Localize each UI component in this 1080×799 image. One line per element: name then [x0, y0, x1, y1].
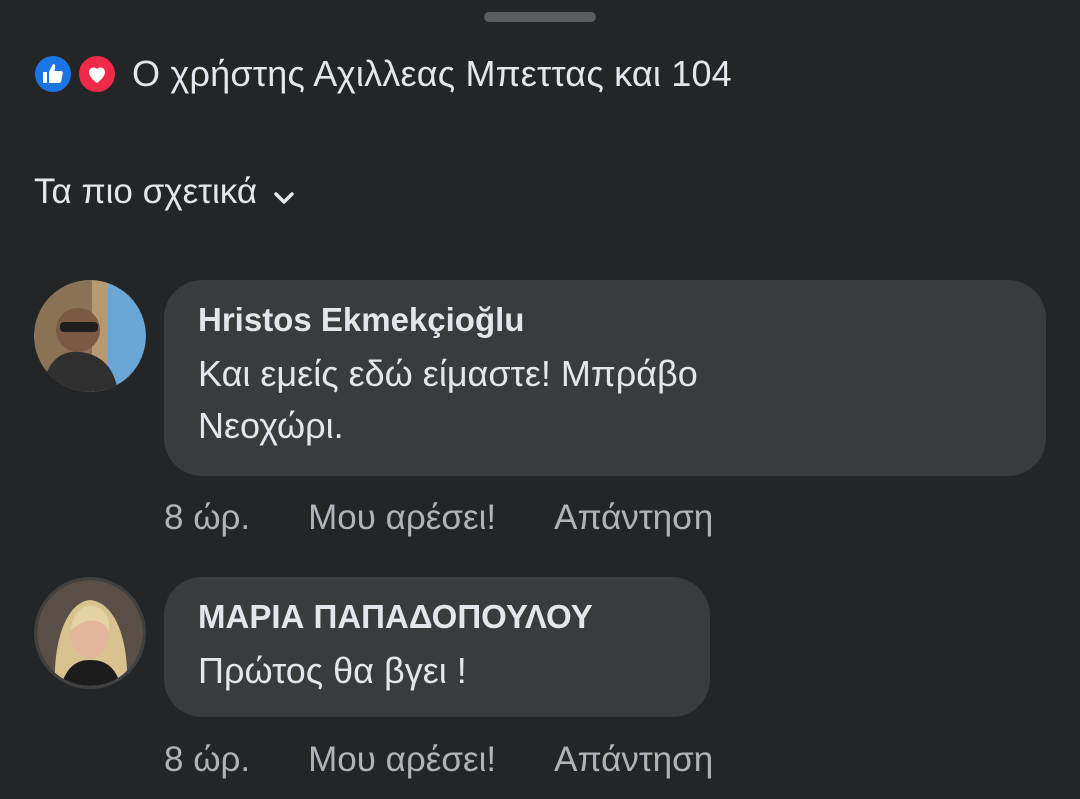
- comment-text: Και εμείς εδώ είμαστε! Μπράβο: [198, 353, 698, 394]
- reaction-icons: [32, 51, 122, 97]
- sheet-drag-handle[interactable]: [484, 12, 596, 22]
- like-button[interactable]: Μου αρέσει!: [308, 740, 496, 780]
- comment-time: 8 ώρ.: [164, 740, 251, 779]
- avatar[interactable]: [34, 280, 146, 392]
- comment-author[interactable]: Hristos Ekmekçioğlu: [198, 298, 1012, 342]
- comment-time: 8 ώρ.: [164, 498, 251, 537]
- chevron-down-icon: [273, 174, 295, 214]
- reactions-bar[interactable]: Ο χρήστης Αχιλλεας Μπεττας και 104: [32, 50, 732, 98]
- reply-button[interactable]: Απάντηση: [554, 498, 713, 538]
- love-icon: [76, 53, 118, 95]
- comment-text: Νεοχώρι.: [198, 405, 344, 446]
- comment-actions: 8 ώρ. Μου αρέσει! Απάντηση: [164, 740, 771, 780]
- comment-bubble[interactable]: ΜΑΡΙΑ ΠΑΠΑΔΟΠΟΥΛΟΥ Πρώτος θα βγει !: [164, 577, 710, 717]
- comment-author[interactable]: ΜΑΡΙΑ ΠΑΠΑΔΟΠΟΥΛΟΥ: [198, 595, 676, 639]
- reply-button[interactable]: Απάντηση: [554, 740, 713, 780]
- avatar[interactable]: [34, 577, 146, 689]
- comment-actions: 8 ώρ. Μου αρέσει! Απάντηση: [164, 498, 771, 538]
- like-icon: [32, 53, 74, 95]
- like-button[interactable]: Μου αρέσει!: [308, 498, 496, 538]
- comment-text: Πρώτος θα βγει !: [198, 650, 467, 691]
- sort-label: Τα πιο σχετικά: [34, 172, 258, 211]
- comment-sort-dropdown[interactable]: Τα πιο σχετικά: [34, 170, 295, 214]
- reactions-summary[interactable]: Ο χρήστης Αχιλλεας Μπεττας και 104: [132, 53, 732, 95]
- comment-bubble[interactable]: Hristos Ekmekçioğlu Και εμείς εδώ είμαστ…: [164, 280, 1046, 476]
